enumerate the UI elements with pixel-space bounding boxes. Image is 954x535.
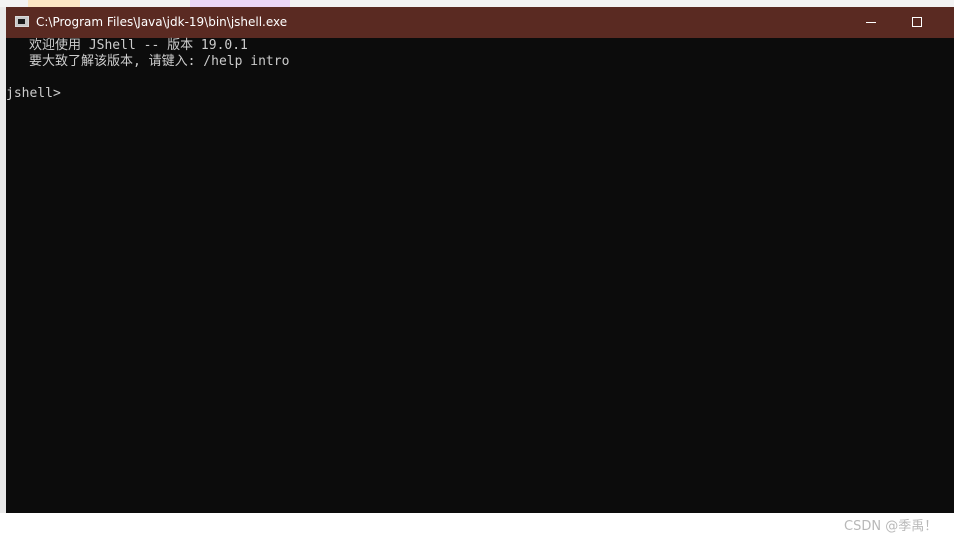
maximize-button[interactable]	[894, 7, 940, 38]
console-line-welcome: 欢迎使用 JShell -- 版本 19.0.1	[29, 38, 248, 53]
console-app-icon[interactable]	[15, 16, 29, 27]
maximize-icon	[912, 17, 922, 27]
jshell-console-window: C:\Program Files\Java\jdk-19\bin\jshell.…	[6, 7, 954, 534]
window-title: C:\Program Files\Java\jdk-19\bin\jshell.…	[36, 15, 288, 29]
console-line-help-hint: 要大致了解该版本, 请键入: /help intro	[29, 54, 290, 69]
console-output[interactable]: 欢迎使用 JShell -- 版本 19.0.1 要大致了解该版本, 请键入: …	[6, 38, 954, 534]
minimize-icon	[866, 22, 876, 23]
title-bar[interactable]: C:\Program Files\Java\jdk-19\bin\jshell.…	[6, 7, 954, 38]
console-prompt[interactable]: jshell>	[6, 86, 61, 102]
background-tab	[28, 0, 80, 7]
minimize-button[interactable]	[848, 7, 894, 38]
background-tab	[190, 0, 290, 7]
background-window-top	[0, 0, 954, 7]
watermark: CSDN @季禹！	[844, 519, 938, 534]
